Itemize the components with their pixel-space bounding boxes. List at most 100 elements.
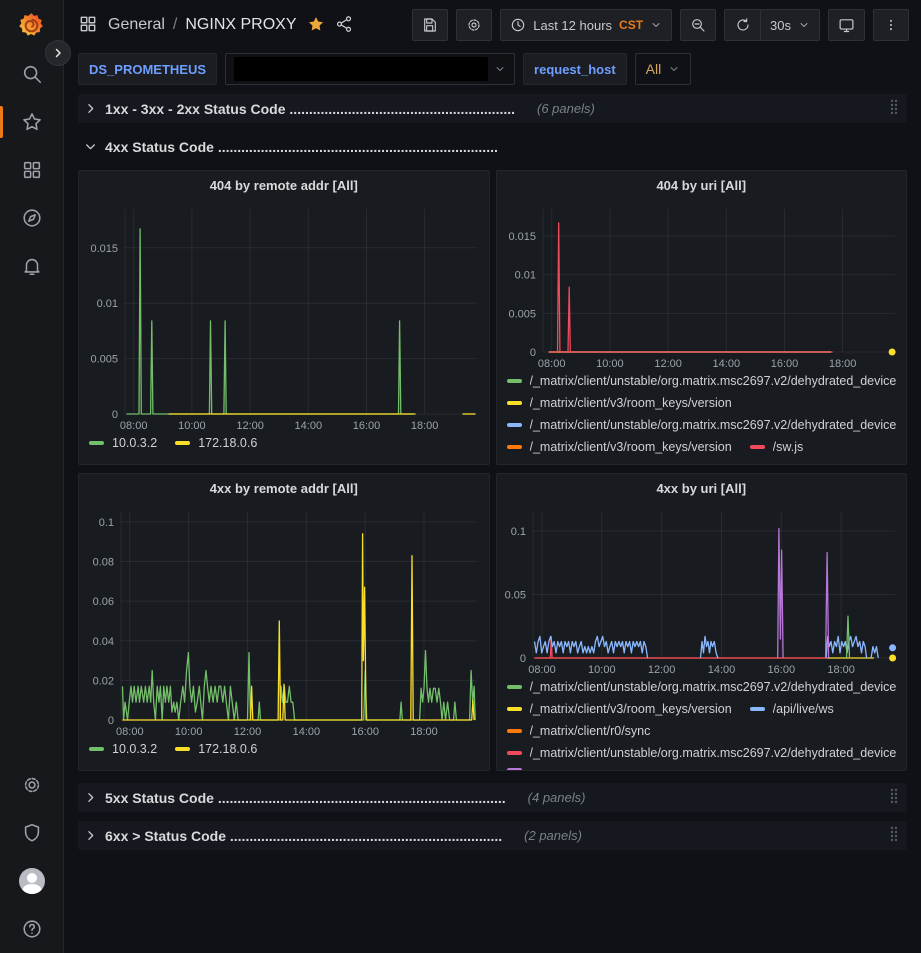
timeseries-chart[interactable]: 08:0010:0012:0014:0016:0018:0000.0050.01… [497,199,907,372]
svg-text:0: 0 [112,409,118,421]
dashboard-header: General / NGINX PROXY [64,0,921,50]
legend-swatch [507,401,522,405]
panel-title[interactable]: 404 by remote addr [All] [79,171,489,199]
svg-text:08:00: 08:00 [528,664,556,676]
chevron-right-icon [84,829,97,842]
chevron-right-icon [84,102,97,115]
sidebar-expand-button[interactable] [45,40,71,66]
legend-item[interactable]: /_matrix/client/v3/room_keys/version [507,702,732,716]
panel-4xx-by-remote-addr: 4xx by remote addr [All] 08:0010:0012:00… [78,473,490,771]
star-icon [21,111,43,133]
legend-item[interactable]: /_matrix/client/unstable/org.matrix.msc2… [507,374,897,388]
monitor-icon [838,17,855,34]
legend-swatch [507,729,522,733]
breadcrumb-title[interactable]: NGINX PROXY [185,16,296,34]
chevron-down-icon [650,19,662,31]
legend-item[interactable]: 10.0.3.2 [89,436,157,450]
sidebar-item-server-admin[interactable] [0,809,63,857]
legend-item[interactable]: /_matrix/client/unstable/org.matrix.msc2… [507,746,897,760]
row-6xx[interactable]: 6xx > Status Code ......................… [78,821,907,850]
refresh-interval-value: 30s [770,18,791,33]
sidebar-spacer [0,290,63,761]
sidebar-item-help[interactable] [0,905,63,953]
breadcrumb-section[interactable]: General [108,16,165,34]
request-host-value-text: All [646,61,662,77]
sidebar-item-profile[interactable] [0,857,63,905]
chart-legend: /_matrix/client/unstable/org.matrix.msc2… [497,372,907,464]
sidebar-item-explore[interactable] [0,194,63,242]
compass-icon [21,207,43,229]
legend-label: 10.0.3.2 [112,436,157,450]
save-dashboard-button[interactable] [412,9,448,41]
legend-item[interactable]: /_matrix/client/v3/room_keys/version [507,396,732,410]
panel-title[interactable]: 4xx by uri [All] [497,474,907,502]
svg-text:0.005: 0.005 [90,354,118,366]
more-options-button[interactable] [873,9,909,41]
svg-text:0.1: 0.1 [99,517,114,529]
grafana-app: General / NGINX PROXY [0,0,921,953]
legend-item[interactable]: 172.18.0.6 [175,436,257,450]
chevron-down-icon [668,63,680,75]
legend-item[interactable]: /sw.js [750,440,804,454]
legend-item[interactable]: /_matrix/client/v3/room_keys/version [507,440,732,454]
sidebar-item-configuration[interactable] [0,761,63,809]
sidebar-item-starred[interactable] [0,98,63,146]
legend-swatch [507,445,522,449]
row-drag-handle[interactable] [887,98,901,119]
share-icon[interactable] [335,15,353,36]
legend-swatch [507,707,522,711]
legend-item[interactable]: /_matrix/client/unstable/org.matrix.msc2… [507,418,897,432]
legend-item[interactable]: /_matrix/client/r0/sync [507,724,651,738]
svg-text:0: 0 [108,715,114,727]
svg-text:12:00: 12:00 [654,358,682,370]
svg-text:0.015: 0.015 [90,243,118,255]
panel-404-by-uri: 404 by uri [All] 08:0010:0012:0014:0016:… [496,170,908,465]
legend-label: /_matrix/client/unstable/org.matrix.msc2… [530,418,897,432]
timeseries-chart[interactable]: 08:0010:0012:0014:0016:0018:0000.0050.01… [79,199,489,434]
svg-text:0: 0 [519,653,525,665]
row-5xx[interactable]: 5xx Status Code ........................… [78,783,907,812]
svg-text:12:00: 12:00 [234,726,262,738]
timeseries-chart[interactable]: 08:0010:0012:0014:0016:0018:0000.050.1 [497,502,907,678]
panels-grid: 404 by remote addr [All] 08:0010:0012:00… [78,170,907,771]
refresh-interval-dropdown[interactable]: 30s [760,9,820,41]
zoom-out-button[interactable] [680,9,716,41]
row-drag-handle[interactable] [887,825,901,846]
svg-text:16:00: 16:00 [351,726,379,738]
datasource-variable-select[interactable] [225,53,515,85]
cycle-view-mode-button[interactable] [828,9,865,41]
timeseries-chart[interactable]: 08:0010:0012:0014:0016:0018:0000.020.040… [79,502,489,740]
request-host-variable-label[interactable]: request_host [523,53,627,85]
row-drag-handle[interactable] [887,787,901,808]
legend-item[interactable]: /_matrix/client/unstable/org.matrix.msc2… [507,680,897,694]
legend-swatch [750,707,765,711]
row-4xx[interactable]: 4xx Status Code ........................… [78,132,907,161]
row-title: 4xx Status Code ........................… [105,139,498,155]
row-1xx-3xx-2xx[interactable]: 1xx - 3xx - 2xx Status Code ............… [78,94,907,123]
legend-item[interactable]: 172.18.0.6 [175,742,257,756]
dashboard-settings-button[interactable] [456,9,492,41]
datasource-variable-label[interactable]: DS_PROMETHEUS [78,53,217,85]
request-host-variable-value[interactable]: All [635,53,692,85]
row-panel-count: (4 panels) [528,790,586,805]
panel-title[interactable]: 404 by uri [All] [497,171,907,199]
dashboard-body: 1xx - 3xx - 2xx Status Code ............… [64,88,921,953]
bell-icon [21,255,43,277]
legend-item[interactable] [507,768,530,770]
legend-swatch [175,747,190,751]
legend-swatch [507,379,522,383]
favorite-star-icon[interactable] [307,15,325,36]
sidebar-item-dashboards[interactable] [0,146,63,194]
refresh-button[interactable] [724,9,760,41]
refresh-icon [735,17,751,33]
time-range-picker[interactable]: Last 12 hours CST [500,9,672,41]
svg-text:18:00: 18:00 [828,358,856,370]
panel-title[interactable]: 4xx by remote addr [All] [79,474,489,502]
svg-text:14:00: 14:00 [712,358,740,370]
legend-item[interactable]: /api/live/ws [750,702,834,716]
legend-item[interactable]: 10.0.3.2 [89,742,157,756]
chevron-right-icon [84,791,97,804]
sidebar-item-alerting[interactable] [0,242,63,290]
legend-swatch [507,423,522,427]
row-title: 1xx - 3xx - 2xx Status Code ............… [105,101,515,117]
